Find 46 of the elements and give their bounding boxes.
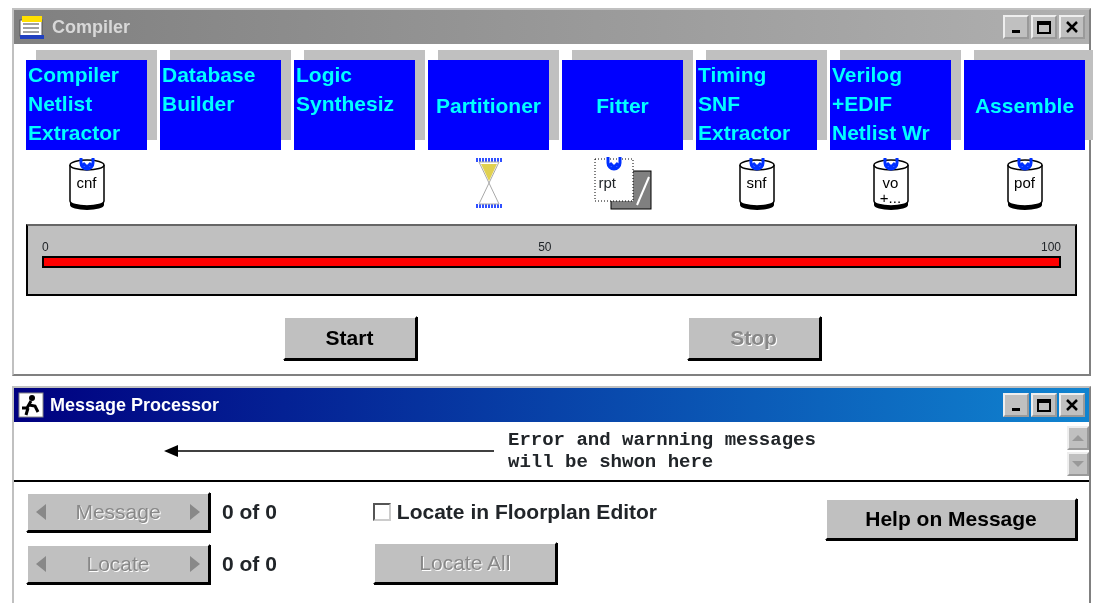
minimize-icon <box>1012 30 1020 33</box>
next-arrow-icon <box>190 556 200 572</box>
report-icon <box>592 155 653 211</box>
stage-block: Database Builder <box>160 60 281 150</box>
compiler-button[interactable]: Start <box>282 316 417 360</box>
stage-block: Verilog +EDIF Netlist Wr <box>830 60 951 150</box>
previous-arrow-icon <box>36 504 46 520</box>
tick-label: 50 <box>538 240 552 254</box>
scroll-up-arrow-icon <box>1072 435 1084 441</box>
window-title: Message Processor <box>50 393 220 417</box>
message-text: Error and warnning messages will be shwon here <box>508 429 816 473</box>
tick-label: 0 <box>42 240 49 254</box>
file-label: vo +... <box>878 175 903 205</box>
file-label: snf <box>745 175 768 190</box>
file-label: pof <box>1013 175 1036 190</box>
next-arrow-icon <box>190 504 200 520</box>
compiler-app-icon <box>18 14 46 40</box>
maximize-button[interactable] <box>1031 393 1057 417</box>
scroll-down-arrow-icon <box>1072 461 1084 467</box>
maximize-icon <box>1037 398 1051 412</box>
minimize-button[interactable] <box>1003 15 1029 39</box>
stage-block: Logic Synthesiz <box>294 60 415 150</box>
stage-block: Partitioner <box>428 60 549 150</box>
close-icon <box>1066 399 1078 411</box>
window-title: Compiler <box>52 15 130 39</box>
stage-block: Assemble <box>964 60 1085 150</box>
close-button[interactable] <box>1059 15 1085 39</box>
checkbox[interactable] <box>372 502 391 521</box>
checkbox-label: Locate in Floorplan Editor <box>396 499 658 525</box>
maximize-button[interactable] <box>1031 15 1057 39</box>
maximize-icon <box>1037 20 1051 34</box>
tick-label: 100 <box>1040 240 1061 254</box>
close-icon <box>1066 21 1078 33</box>
minimize-icon <box>1012 408 1020 411</box>
runner-icon <box>18 392 44 418</box>
file-label: cnf <box>75 175 98 190</box>
minimize-button[interactable] <box>1003 393 1029 417</box>
file-label: rpt <box>598 175 616 190</box>
stage-block: Compiler Netlist Extractor <box>26 60 147 150</box>
close-button[interactable] <box>1059 393 1085 417</box>
count-text: 0 of 0 <box>222 499 277 526</box>
help-button[interactable]: Help on Message <box>825 498 1077 540</box>
stage-block: Timing SNF Extractor <box>696 60 817 150</box>
stage-block: Fitter <box>562 60 683 150</box>
previous-arrow-icon <box>36 556 46 572</box>
count-text: 0 of 0 <box>222 551 277 578</box>
